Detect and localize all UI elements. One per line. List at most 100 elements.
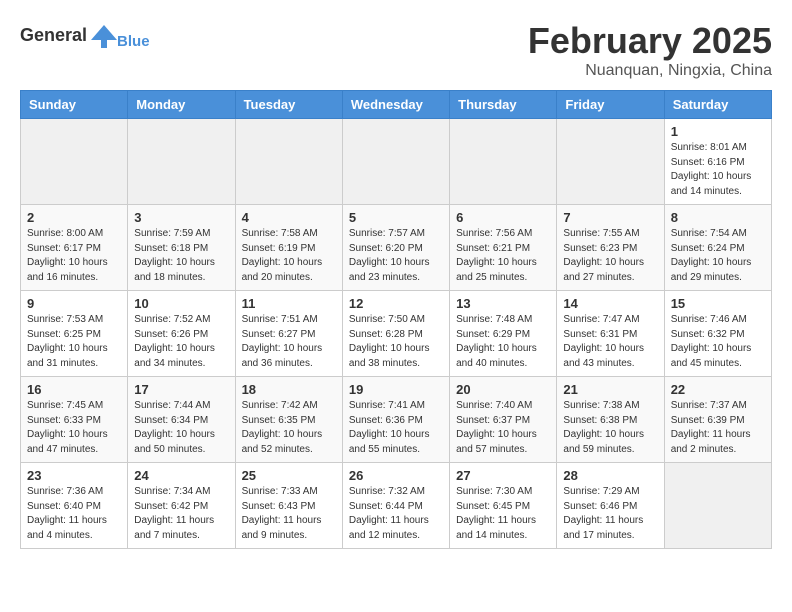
logo-text-blue: Blue <box>117 33 150 50</box>
calendar-week-row: 16Sunrise: 7:45 AM Sunset: 6:33 PM Dayli… <box>21 377 772 463</box>
day-info: Sunrise: 7:37 AM Sunset: 6:39 PM Dayligh… <box>671 399 765 457</box>
day-number: 21 <box>563 382 657 397</box>
title-area: February 2025 Nuanquan, Ningxia, China <box>528 20 772 80</box>
calendar-cell: 1 Sunrise: 8:01 AM Sunset: 6:16 PM Daylig… <box>664 119 771 205</box>
day-info: Sunrise: 8:00 AM Sunset: 6:17 PM Dayligh… <box>27 227 121 285</box>
calendar-cell: 17 Sunrise: 7:44 AM Sunset: 6:34 PM Dayli… <box>128 377 235 463</box>
day-info: Sunrise: 8:01 AM Sunset: 6:16 PM Dayligh… <box>671 141 765 199</box>
day-info: Sunrise: 7:54 AM Sunset: 6:24 PM Dayligh… <box>671 227 765 285</box>
calendar-cell <box>557 119 664 205</box>
weekday-header: Sunday <box>21 91 128 119</box>
day-number: 11 <box>242 296 336 311</box>
day-info: Sunrise: 7:40 AM Sunset: 6:37 PM Dayligh… <box>456 399 550 457</box>
weekday-header: Wednesday <box>342 91 449 119</box>
day-number: 19 <box>349 382 443 397</box>
calendar-cell <box>128 119 235 205</box>
day-number: 26 <box>349 468 443 483</box>
day-number: 14 <box>563 296 657 311</box>
calendar-cell <box>21 119 128 205</box>
day-info: Sunrise: 7:46 AM Sunset: 6:32 PM Dayligh… <box>671 313 765 371</box>
day-number: 28 <box>563 468 657 483</box>
calendar-cell: 15 Sunrise: 7:46 AM Sunset: 6:32 PM Dayli… <box>664 291 771 377</box>
day-number: 16 <box>27 382 121 397</box>
calendar-cell: 19 Sunrise: 7:41 AM Sunset: 6:36 PM Dayli… <box>342 377 449 463</box>
day-info: Sunrise: 7:59 AM Sunset: 6:18 PM Dayligh… <box>134 227 228 285</box>
day-number: 13 <box>456 296 550 311</box>
calendar-cell: 10 Sunrise: 7:52 AM Sunset: 6:26 PM Dayli… <box>128 291 235 377</box>
day-number: 27 <box>456 468 550 483</box>
location-title: Nuanquan, Ningxia, China <box>528 62 772 80</box>
calendar-week-row: 1 Sunrise: 8:01 AM Sunset: 6:16 PM Daylig… <box>21 119 772 205</box>
calendar-week-row: 23 Sunrise: 7:36 AM Sunset: 6:40 PM Dayli… <box>21 463 772 549</box>
day-number: 20 <box>456 382 550 397</box>
day-number: 1 <box>671 124 765 139</box>
day-number: 6 <box>456 210 550 225</box>
day-info: Sunrise: 7:56 AM Sunset: 6:21 PM Dayligh… <box>456 227 550 285</box>
calendar-cell: 27 Sunrise: 7:30 AM Sunset: 6:45 PM Dayli… <box>450 463 557 549</box>
day-info: Sunrise: 7:41 AM Sunset: 6:36 PM Dayligh… <box>349 399 443 457</box>
calendar-cell <box>664 463 771 549</box>
day-info: Sunrise: 7:36 AM Sunset: 6:40 PM Dayligh… <box>27 485 121 543</box>
day-number: 25 <box>242 468 336 483</box>
day-info: Sunrise: 7:32 AM Sunset: 6:44 PM Dayligh… <box>349 485 443 543</box>
calendar-cell: 26 Sunrise: 7:32 AM Sunset: 6:44 PM Dayli… <box>342 463 449 549</box>
weekday-header: Saturday <box>664 91 771 119</box>
page-header: General Blue February 2025 Nuanquan, Nin… <box>20 20 772 80</box>
calendar-cell: 5 Sunrise: 7:57 AM Sunset: 6:20 PM Daylig… <box>342 205 449 291</box>
day-info: Sunrise: 7:58 AM Sunset: 6:19 PM Dayligh… <box>242 227 336 285</box>
day-number: 2 <box>27 210 121 225</box>
day-info: Sunrise: 7:47 AM Sunset: 6:31 PM Dayligh… <box>563 313 657 371</box>
calendar-cell: 21Sunrise: 7:38 AM Sunset: 6:38 PM Dayli… <box>557 377 664 463</box>
calendar-cell: 8 Sunrise: 7:54 AM Sunset: 6:24 PM Daylig… <box>664 205 771 291</box>
day-number: 22 <box>671 382 765 397</box>
day-number: 5 <box>349 210 443 225</box>
day-info: Sunrise: 7:51 AM Sunset: 6:27 PM Dayligh… <box>242 313 336 371</box>
day-info: Sunrise: 7:57 AM Sunset: 6:20 PM Dayligh… <box>349 227 443 285</box>
calendar-cell: 22 Sunrise: 7:37 AM Sunset: 6:39 PM Dayli… <box>664 377 771 463</box>
day-number: 12 <box>349 296 443 311</box>
weekday-header: Tuesday <box>235 91 342 119</box>
day-info: Sunrise: 7:42 AM Sunset: 6:35 PM Dayligh… <box>242 399 336 457</box>
day-info: Sunrise: 7:30 AM Sunset: 6:45 PM Dayligh… <box>456 485 550 543</box>
weekday-header-row: SundayMondayTuesdayWednesdayThursdayFrid… <box>21 91 772 119</box>
calendar-cell: 6 Sunrise: 7:56 AM Sunset: 6:21 PM Daylig… <box>450 205 557 291</box>
calendar-cell: 11 Sunrise: 7:51 AM Sunset: 6:27 PM Dayli… <box>235 291 342 377</box>
day-number: 15 <box>671 296 765 311</box>
weekday-header: Monday <box>128 91 235 119</box>
day-info: Sunrise: 7:48 AM Sunset: 6:29 PM Dayligh… <box>456 313 550 371</box>
calendar-cell: 2 Sunrise: 8:00 AM Sunset: 6:17 PM Daylig… <box>21 205 128 291</box>
day-info: Sunrise: 7:33 AM Sunset: 6:43 PM Dayligh… <box>242 485 336 543</box>
day-info: Sunrise: 7:52 AM Sunset: 6:26 PM Dayligh… <box>134 313 228 371</box>
calendar-cell: 18 Sunrise: 7:42 AM Sunset: 6:35 PM Dayli… <box>235 377 342 463</box>
day-number: 4 <box>242 210 336 225</box>
day-number: 10 <box>134 296 228 311</box>
calendar-week-row: 9Sunrise: 7:53 AM Sunset: 6:25 PM Daylig… <box>21 291 772 377</box>
day-info: Sunrise: 7:50 AM Sunset: 6:28 PM Dayligh… <box>349 313 443 371</box>
day-info: Sunrise: 7:34 AM Sunset: 6:42 PM Dayligh… <box>134 485 228 543</box>
logo: General Blue <box>20 20 150 50</box>
day-info: Sunrise: 7:29 AM Sunset: 6:46 PM Dayligh… <box>563 485 657 543</box>
day-number: 17 <box>134 382 228 397</box>
weekday-header: Thursday <box>450 91 557 119</box>
day-number: 18 <box>242 382 336 397</box>
day-number: 24 <box>134 468 228 483</box>
month-title: February 2025 <box>528 20 772 62</box>
calendar-cell: 9Sunrise: 7:53 AM Sunset: 6:25 PM Daylig… <box>21 291 128 377</box>
day-number: 23 <box>27 468 121 483</box>
day-info: Sunrise: 7:53 AM Sunset: 6:25 PM Dayligh… <box>27 313 121 371</box>
calendar-cell <box>342 119 449 205</box>
day-info: Sunrise: 7:55 AM Sunset: 6:23 PM Dayligh… <box>563 227 657 285</box>
weekday-header: Friday <box>557 91 664 119</box>
calendar-cell <box>450 119 557 205</box>
calendar-cell: 25 Sunrise: 7:33 AM Sunset: 6:43 PM Dayli… <box>235 463 342 549</box>
calendar-cell <box>235 119 342 205</box>
calendar-cell: 14 Sunrise: 7:47 AM Sunset: 6:31 PM Dayli… <box>557 291 664 377</box>
calendar-cell: 4 Sunrise: 7:58 AM Sunset: 6:19 PM Daylig… <box>235 205 342 291</box>
calendar-cell: 12 Sunrise: 7:50 AM Sunset: 6:28 PM Dayli… <box>342 291 449 377</box>
day-number: 8 <box>671 210 765 225</box>
calendar-table: SundayMondayTuesdayWednesdayThursdayFrid… <box>20 90 772 549</box>
day-info: Sunrise: 7:44 AM Sunset: 6:34 PM Dayligh… <box>134 399 228 457</box>
calendar-cell: 23 Sunrise: 7:36 AM Sunset: 6:40 PM Dayli… <box>21 463 128 549</box>
logo-text-general: General <box>20 25 87 46</box>
calendar-cell: 24 Sunrise: 7:34 AM Sunset: 6:42 PM Dayli… <box>128 463 235 549</box>
